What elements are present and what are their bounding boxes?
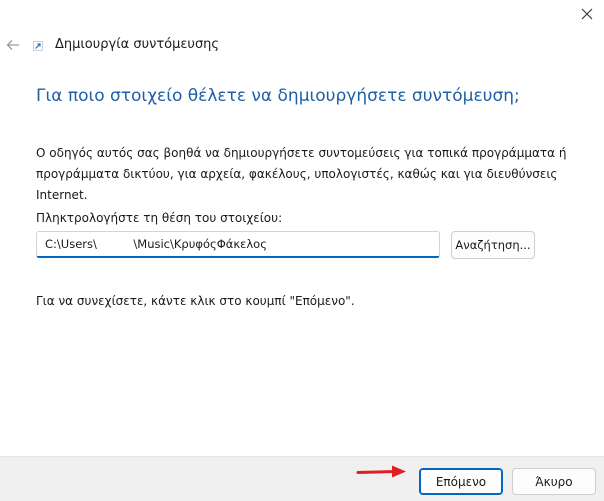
red-arrow-icon <box>356 465 406 478</box>
shortcut-icon <box>33 41 43 51</box>
page-heading: Για ποιο στοιχείο θέλετε να δημιουργήσετ… <box>36 86 520 106</box>
next-button[interactable]: Επόμενο <box>419 468 503 495</box>
back-button[interactable] <box>4 36 22 54</box>
wizard-title: Δημιουργία συντόμευσης <box>55 37 220 52</box>
continue-instruction: Για να συνεχίσετε, κάντε κλικ στο κουμπί… <box>36 294 355 308</box>
back-arrow-icon <box>6 40 19 50</box>
description-text: Ο οδηγός αυτός σας βοηθά να δημιουργήσετ… <box>36 146 567 202</box>
close-button[interactable] <box>570 0 604 28</box>
browse-button[interactable]: Αναζήτηση... <box>451 231 535 259</box>
footer-bar: Επόμενο Άκυρο <box>0 456 604 501</box>
location-label: Πληκτρολογήστε τη θέση του στοιχείου: <box>36 211 283 225</box>
cancel-button[interactable]: Άκυρο <box>512 468 596 495</box>
close-icon <box>581 8 593 20</box>
location-input[interactable] <box>36 231 440 258</box>
